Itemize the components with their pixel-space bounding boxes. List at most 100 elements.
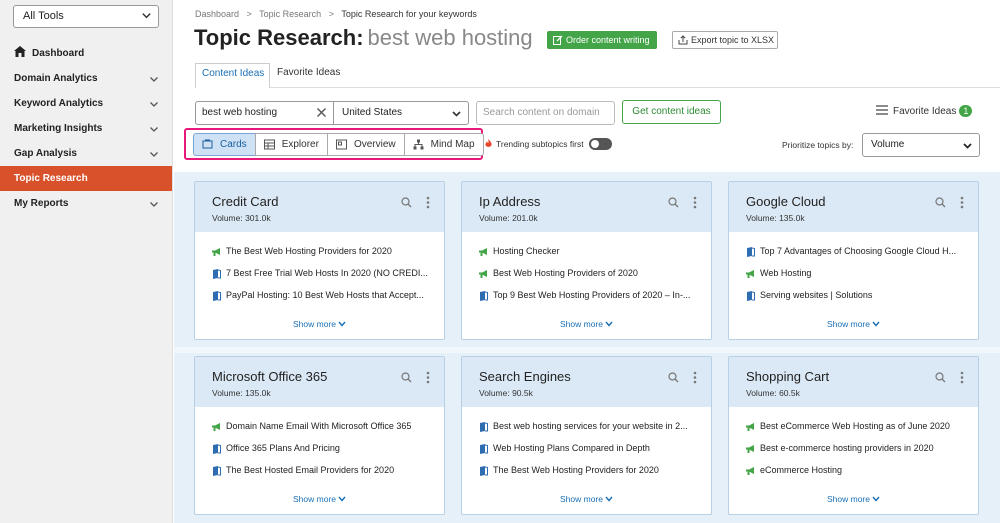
card-list-item[interactable]: Top 9 Best Web Hosting Providers of 2020… [479, 290, 704, 312]
card-list-item[interactable]: Best eCommerce Web Hosting as of June 20… [746, 421, 971, 443]
tabs-divider [270, 87, 1000, 88]
search-icon[interactable] [935, 197, 946, 208]
chevron-down-icon [963, 143, 972, 149]
show-more-link[interactable]: Show more [195, 494, 444, 504]
trending-subtopics-toggle[interactable] [589, 138, 612, 150]
show-more-link[interactable]: Show more [462, 319, 711, 329]
prioritize-select-value: Volume [871, 139, 905, 150]
topic-card[interactable]: Credit Card Volume: 301.0k The Best Web Ho… [194, 181, 445, 340]
show-more-label: Show more [827, 319, 870, 329]
megaphone-icon [746, 445, 754, 453]
sidebar-item-gap-analysis[interactable]: Gap Analysis [0, 141, 172, 166]
search-content-input[interactable]: Search content on domain [476, 101, 615, 125]
more-options-icon[interactable] [426, 196, 430, 209]
card-header: Shopping Cart Volume: 60.5k [729, 357, 978, 407]
card-header: Microsoft Office 365 Volume: 135.0k [195, 357, 444, 407]
search-icon[interactable] [668, 372, 679, 383]
card-list-item[interactable]: The Best Hosted Email Providers for 2020 [212, 465, 437, 487]
trending-subtopics: Trending subtopics first [485, 139, 584, 149]
order-content-writing-label: Order content writing [566, 35, 650, 45]
sidebar-item-topic-research[interactable]: Topic Research [0, 166, 172, 191]
topic-card[interactable]: Google Cloud Volume: 135.0k Top 7 Advantag… [728, 181, 979, 340]
card-list-item[interactable]: Best Web Hosting Providers of 2020 [479, 268, 704, 290]
sidebar-item-dashboard[interactable]: Dashboard [0, 41, 172, 66]
order-content-writing-button[interactable]: Order content writing [547, 31, 657, 49]
card-header: Credit Card Volume: 301.0k [195, 182, 444, 232]
clear-icon[interactable] [316, 107, 327, 118]
sidebar-item-label: Gap Analysis [14, 148, 77, 159]
card-list-item[interactable]: PayPal Hosting: 10 Best Web Hosts that A… [212, 290, 437, 312]
all-tools-select[interactable]: All Tools [13, 5, 159, 28]
card-list-item[interactable]: 7 Best Free Trial Web Hosts In 2020 (NO … [212, 268, 437, 290]
topic-card[interactable]: Shopping Cart Volume: 60.5k Best eCommerce… [728, 356, 979, 515]
card-list-item[interactable]: Hosting Checker [479, 246, 704, 268]
topic-card[interactable]: Search Engines Volume: 90.5k Best web host… [461, 356, 712, 515]
view-mind-map-button[interactable]: Mind Map [403, 133, 484, 156]
search-icon[interactable] [668, 197, 679, 208]
view-cards-button[interactable]: Cards [193, 133, 256, 156]
view-explorer-button[interactable]: Explorer [254, 133, 328, 156]
card-list-item[interactable]: Top 7 Advantages of Choosing Google Clou… [746, 246, 971, 268]
breadcrumb-topic-research[interactable]: Topic Research [259, 9, 321, 19]
country-select[interactable]: United States [333, 101, 469, 125]
more-options-icon[interactable] [960, 196, 964, 209]
card-list-item[interactable]: Web Hosting Plans Compared in Depth [479, 443, 704, 465]
sidebar: All Tools Dashboard Domain Analytics Key… [0, 0, 173, 523]
sidebar-item-keyword-analytics[interactable]: Keyword Analytics [0, 91, 172, 116]
show-more-link[interactable]: Show more [729, 494, 978, 504]
card-header: Search Engines Volume: 90.5k [462, 357, 711, 407]
article-icon [747, 291, 755, 301]
sidebar-item-marketing-insights[interactable]: Marketing Insights [0, 116, 172, 141]
more-options-icon[interactable] [693, 371, 697, 384]
breadcrumb-separator: > [246, 9, 252, 19]
card-list-item[interactable]: Office 365 Plans And Pricing [212, 443, 437, 465]
article-icon [213, 269, 221, 279]
card-list: Hosting Checker Best Web Hosting Provider… [462, 232, 711, 312]
prioritize-select[interactable]: Volume [862, 133, 980, 157]
export-xlsx-button[interactable]: Export topic to XLSX [672, 31, 778, 49]
breadcrumb-dashboard[interactable]: Dashboard [195, 9, 239, 19]
sidebar-item-label: Topic Research [14, 173, 88, 184]
mind-map-icon [413, 139, 424, 150]
show-more-link[interactable]: Show more [729, 319, 978, 329]
favorite-ideas-link[interactable]: Favorite Ideas 1 [876, 105, 973, 117]
card-list-item[interactable]: Serving websites | Solutions [746, 290, 971, 312]
search-icon[interactable] [401, 197, 412, 208]
card-list-item[interactable]: Web Hosting [746, 268, 971, 290]
card-list-item-text: PayPal Hosting: 10 Best Web Hosts that A… [226, 290, 424, 300]
card-list-item[interactable]: Best web hosting services for your websi… [479, 421, 704, 443]
tab-content-ideas[interactable]: Content Ideas [195, 63, 270, 88]
sidebar-item-domain-analytics[interactable]: Domain Analytics [0, 66, 172, 91]
chevron-down-icon [150, 102, 158, 107]
topic-card[interactable]: Ip Address Volume: 201.0k Hosting Checker B… [461, 181, 712, 340]
search-icon[interactable] [401, 372, 412, 383]
more-options-icon[interactable] [426, 371, 430, 384]
get-content-ideas-button[interactable]: Get content ideas [622, 100, 721, 124]
show-more-link[interactable]: Show more [462, 494, 711, 504]
sidebar-item-my-reports[interactable]: My Reports [0, 191, 172, 216]
card-title: Ip Address [479, 194, 541, 209]
topic-card[interactable]: Microsoft Office 365 Volume: 135.0k Domain… [194, 356, 445, 515]
card-list-item-text: Office 365 Plans And Pricing [226, 443, 340, 453]
view-overview-button[interactable]: Overview [326, 133, 405, 156]
home-icon [14, 46, 26, 57]
megaphone-icon [746, 467, 754, 475]
more-options-icon[interactable] [693, 196, 697, 209]
sidebar-item-label: Dashboard [32, 48, 85, 59]
more-options-icon[interactable] [960, 371, 964, 384]
search-icon[interactable] [935, 372, 946, 383]
card-list-item-text: Top 7 Advantages of Choosing Google Clou… [760, 246, 957, 256]
card-list-item[interactable]: The Best Web Hosting Providers for 2020 [479, 465, 704, 487]
card-header: Ip Address Volume: 201.0k [462, 182, 711, 232]
show-more-link[interactable]: Show more [195, 319, 444, 329]
card-list-item[interactable]: Domain Name Email With Microsoft Office … [212, 421, 437, 443]
card-list-item[interactable]: eCommerce Hosting [746, 465, 971, 487]
keyword-input[interactable]: best web hosting [195, 101, 334, 125]
megaphone-icon [479, 248, 487, 256]
chevron-down-icon [872, 496, 880, 502]
card-list-item[interactable]: The Best Web Hosting Providers for 2020 [212, 246, 437, 268]
card-list-item[interactable]: Best e-commerce hosting providers in 202… [746, 443, 971, 465]
megaphone-icon [479, 270, 487, 278]
tab-favorite-ideas[interactable]: Favorite Ideas [271, 63, 346, 88]
show-more-label: Show more [293, 319, 336, 329]
